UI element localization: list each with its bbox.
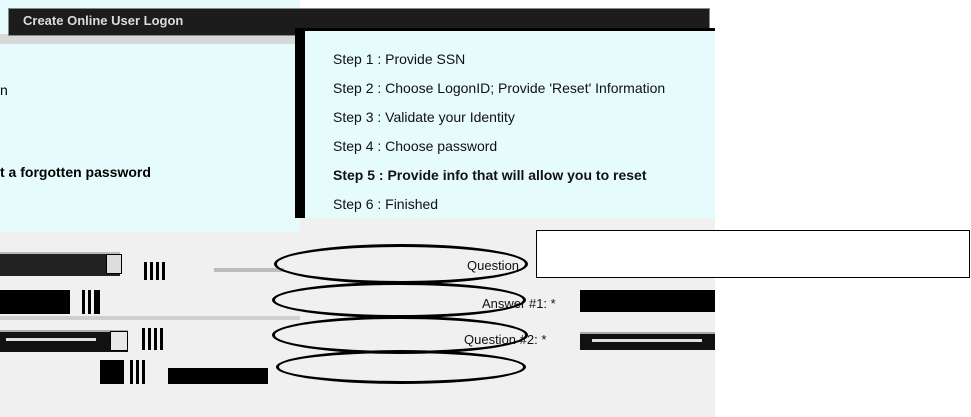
step-item: Step 4 : Choose password bbox=[333, 138, 498, 154]
left-text-fragment: n bbox=[0, 82, 8, 98]
question-1-select[interactable] bbox=[536, 230, 970, 278]
question-2-select-text bbox=[592, 339, 702, 342]
left-input-block-3[interactable] bbox=[168, 368, 268, 384]
left-strip-1 bbox=[214, 268, 284, 272]
left-bars-1 bbox=[144, 262, 184, 280]
chevron-down-icon[interactable] bbox=[106, 254, 122, 274]
left-bars-2 bbox=[82, 290, 122, 314]
highlight-oval-question-1 bbox=[274, 244, 528, 284]
step-item: Step 1 : Provide SSN bbox=[333, 51, 466, 67]
left-bars-4 bbox=[130, 360, 170, 384]
left-dropdown-2[interactable] bbox=[0, 330, 128, 352]
step-item: Step 3 : Validate your Identity bbox=[333, 109, 515, 125]
step-item: Step 6 : Finished bbox=[333, 196, 439, 212]
left-dropdown-1[interactable] bbox=[0, 252, 120, 276]
left-bars-3 bbox=[142, 328, 182, 350]
left-dropdown-2-text bbox=[6, 338, 96, 341]
left-input-block-2[interactable] bbox=[100, 360, 124, 384]
left-input-block-1[interactable] bbox=[0, 290, 70, 314]
step-item: Step 5 : Provide info that will allow yo… bbox=[333, 167, 647, 183]
chevron-down-icon[interactable] bbox=[110, 331, 128, 351]
highlight-oval-answer-2 bbox=[276, 350, 526, 384]
window-title: Create Online User Logon bbox=[23, 13, 184, 28]
steps-list: Step 1 : Provide SSN Step 2 : Choose Logo… bbox=[333, 45, 665, 218]
highlight-oval-answer-1 bbox=[272, 282, 526, 318]
highlight-oval-question-2 bbox=[272, 316, 528, 354]
answer-1-input[interactable] bbox=[580, 290, 715, 312]
step-item: Step 2 : Choose LogonID; Provide 'Reset'… bbox=[333, 80, 666, 96]
steps-panel: Step 1 : Provide SSN Step 2 : Choose Logo… bbox=[295, 28, 715, 218]
left-reset-text: t a forgotten password bbox=[0, 164, 151, 180]
left-strip-2 bbox=[0, 316, 300, 320]
